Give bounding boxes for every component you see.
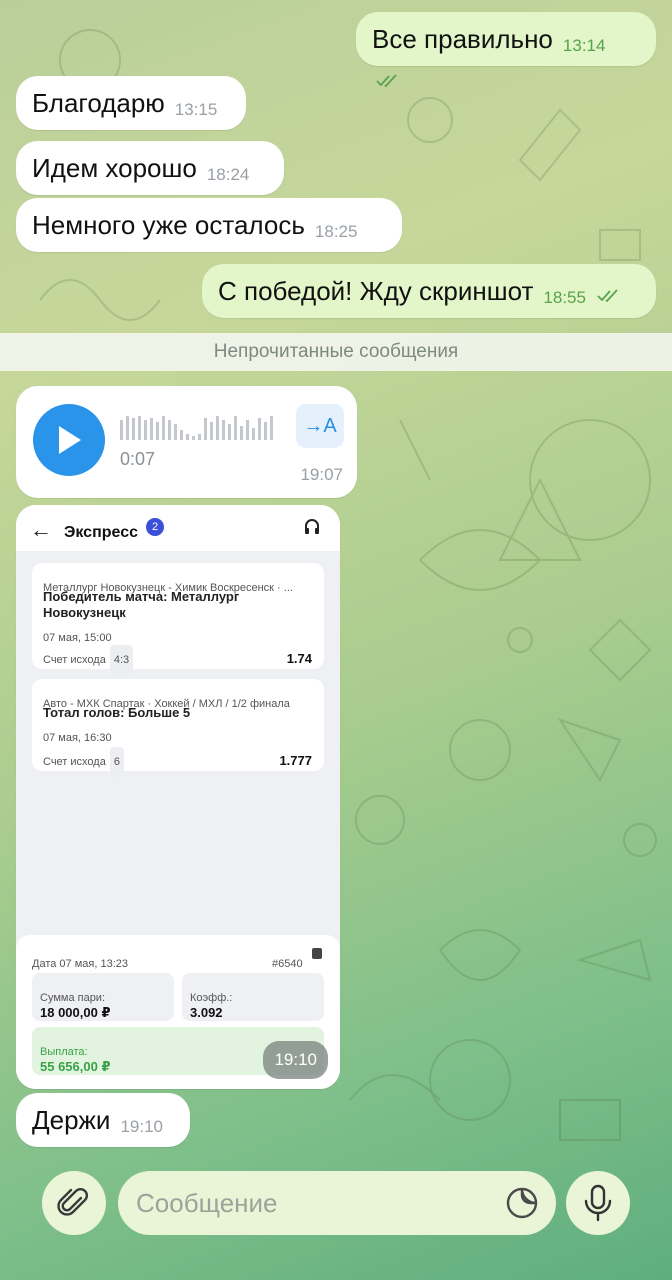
message-incoming[interactable]: Идем хорошо 18:24 [16,141,284,195]
message-outgoing[interactable]: Все правильно 13:14 [356,12,656,88]
message-outgoing[interactable]: С победой! Жду скриншот 18:55 [202,264,656,318]
double-check-icon [597,289,618,303]
stake-box: Сумма пари: 18 000,00 ₽ [32,973,174,1021]
message-time: 13:14 [562,36,606,55]
message-text: С победой! Жду скриншот [218,276,534,306]
microphone-icon [584,1184,612,1222]
sticker-icon[interactable] [504,1185,540,1221]
play-button[interactable] [33,404,105,476]
result-label: Счет исхода [43,654,106,666]
result-label: Счет исхода [43,756,106,768]
voice-duration: 0:07 [120,449,156,469]
message-text: Идем хорошо [32,153,197,183]
message-time: 18:55 [543,288,586,307]
arrow-left-icon: ← [30,517,52,542]
bet-screenshot: ← Экспресс 2 Металлург Новокузнецк - Хим… [16,505,340,1089]
bet-odds: 1.777 [279,753,312,768]
message-time: 19:10 [263,1041,328,1079]
message-incoming[interactable]: Немного уже осталось 18:25 [16,198,402,252]
message-time: 18:25 [314,222,358,241]
message-time: 19:10 [120,1117,163,1136]
bet-odds: 1.74 [286,651,312,666]
message-field[interactable] [118,1171,556,1235]
photo-message[interactable]: ← Экспресс 2 Металлург Новокузнецк - Хим… [16,505,340,1089]
result-value: 4:3 [109,645,134,675]
message-text: Все правильно [372,24,553,54]
copy-icon [312,948,322,959]
message-input[interactable] [136,1171,496,1235]
message-time: 18:24 [206,165,250,184]
bet-card: Авто - МХК Спартак · Хоккей / МХЛ / 1/2 … [32,679,324,777]
voice-record-button[interactable] [566,1171,630,1235]
headset-icon [305,519,319,534]
screenshot-header: ← Экспресс 2 [16,505,340,551]
voice-waveform[interactable] [120,414,280,440]
message-time: 13:15 [174,100,218,119]
stake-value: 18 000,00 ₽ [40,1005,111,1020]
bet-pick: Тотал голов: Больше 5 [43,705,191,720]
message-time: 19:07 [300,465,343,484]
message-incoming[interactable]: Держи 19:10 [16,1093,190,1147]
attach-button[interactable] [42,1171,106,1235]
transcribe-button[interactable]: →A [296,404,344,448]
payout-value: 55 656,00 ₽ [40,1059,111,1074]
bet-pick: Победитель матча: Металлург Новокузнецк [43,589,240,620]
double-check-icon [376,74,397,88]
message-text: Держи [32,1105,111,1135]
message-incoming[interactable]: Благодарю 13:15 [16,76,246,130]
result-value: 6 [109,747,124,777]
unread-divider: Непрочитанные сообщения [0,333,672,371]
coef-value: 3.092 [190,1005,223,1020]
play-icon [59,426,81,454]
voice-message[interactable]: 0:07 →A 19:07 [16,386,357,498]
coef-box: Коэфф.: 3.092 [182,973,324,1021]
paperclip-icon [57,1188,88,1216]
bet-result: Счет исхода 6 [43,747,124,777]
message-text: Благодарю [32,88,165,118]
count-badge: 2 [146,518,164,536]
message-text: Немного уже осталось [32,210,305,240]
bet-result: Счет исхода 4:3 [43,645,134,675]
bet-card: Металлург Новокузнецк - Химик Воскресенс… [32,563,324,675]
screenshot-title: Экспресс [64,524,138,541]
